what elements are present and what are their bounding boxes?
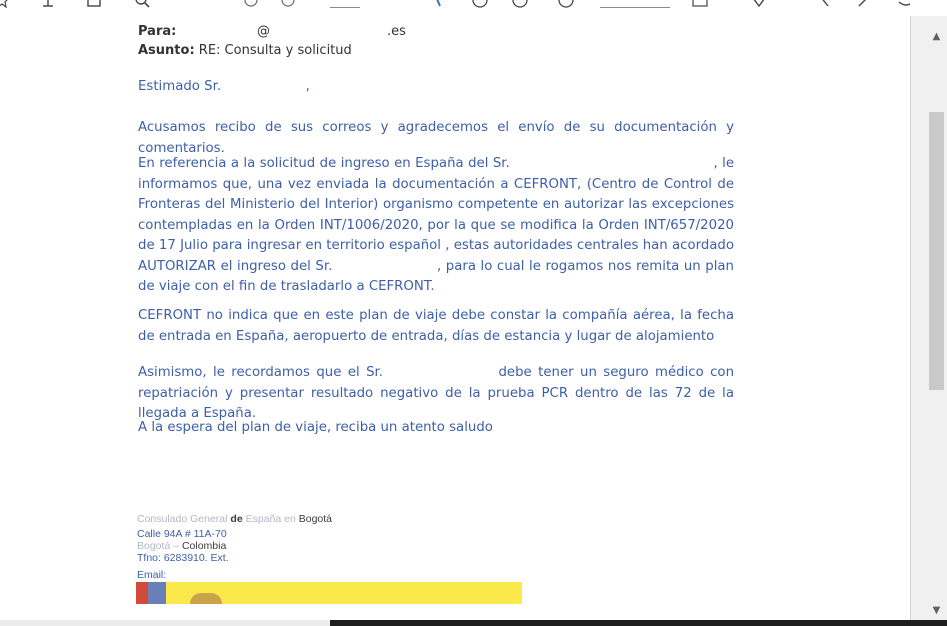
document-viewer[interactable]: Para: @ .es Asunto: RE: Consulta y solic… xyxy=(0,16,910,620)
upload-icon[interactable] xyxy=(40,0,56,8)
letter-paragraph-1: Acusamos recibo de sus correos y agradec… xyxy=(138,120,734,156)
sig-bogota: Bogotá xyxy=(295,513,333,525)
subject-label: Asunto: xyxy=(138,43,195,58)
sig-city: Bogotá – xyxy=(137,540,182,552)
select-tool-icon[interactable] xyxy=(430,0,446,8)
email-subject-line: Asunto: RE: Consulta y solicitud xyxy=(138,43,352,58)
zoom-out-icon[interactable] xyxy=(472,0,488,8)
letter-paragraph-2: En referencia a la solicitud de ingreso … xyxy=(138,156,739,294)
to-at: @ xyxy=(257,24,270,39)
rotate-icon[interactable] xyxy=(751,0,767,8)
signature-line-1: Consulado General de España en Bogotá xyxy=(137,513,332,525)
page-number-input[interactable] xyxy=(330,0,360,8)
viewer-toolbar xyxy=(0,0,947,16)
search-icon[interactable] xyxy=(134,0,150,8)
arrow-down-icon[interactable] xyxy=(280,0,296,8)
fit-width-icon[interactable] xyxy=(692,0,708,8)
print-icon[interactable] xyxy=(86,0,102,8)
zoom-reset-icon[interactable] xyxy=(558,0,574,8)
scrollbar-thumb[interactable] xyxy=(929,112,944,390)
letter-paragraph-3: CEFRONT no indica que en este plan de vi… xyxy=(138,308,734,344)
crest-icon xyxy=(190,593,222,604)
arrow-up-icon[interactable] xyxy=(243,0,259,8)
signature-line-3: Bogotá – Colombia xyxy=(137,540,226,552)
sig-consulado: Consulado General xyxy=(137,513,231,525)
letter-paragraph-4: Asimismo, le recordamos que el Sr. debe … xyxy=(138,365,739,421)
star-icon[interactable] xyxy=(0,0,10,8)
to-label: Para: xyxy=(138,24,177,39)
subject-text: RE: Consulta y solicitud xyxy=(198,43,352,58)
signature-line-2: Calle 94A # 11A-70 xyxy=(137,528,227,540)
to-domain: .es xyxy=(387,24,406,39)
sig-country: Colombia xyxy=(181,540,227,552)
sign-icon[interactable] xyxy=(857,0,873,8)
sig-en: en xyxy=(284,513,296,525)
taskbar-strip xyxy=(330,620,947,626)
sig-espana: España xyxy=(242,513,285,525)
toolbar-corner xyxy=(910,0,947,16)
annotate-icon[interactable] xyxy=(818,0,834,8)
sig-de: de xyxy=(230,513,243,525)
zoom-level-input[interactable] xyxy=(600,0,670,8)
letter-greeting: Estimado Sr. , xyxy=(138,79,310,94)
email-to-line: Para: @ .es xyxy=(138,24,406,39)
signature-line-4: Tfno: 6283910. Ext. xyxy=(137,552,229,564)
signature-email-label: Email: xyxy=(137,569,167,581)
scroll-up-icon[interactable]: ▲ xyxy=(930,30,943,43)
flag-stripe xyxy=(136,582,166,604)
scroll-down-icon[interactable]: ▼ xyxy=(930,604,943,617)
zoom-in-icon[interactable] xyxy=(512,0,528,8)
document-page: Para: @ .es Asunto: RE: Consulta y solic… xyxy=(110,16,760,620)
letter-paragraph-5: A la espera del plan de viaje, reciba un… xyxy=(138,420,493,435)
